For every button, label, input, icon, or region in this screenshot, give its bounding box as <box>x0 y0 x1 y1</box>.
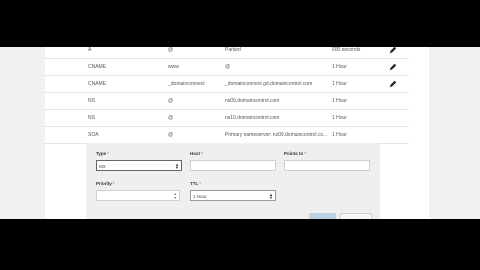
points-to-input[interactable] <box>284 160 370 171</box>
chevron-down-icon: ▲ ▼ <box>269 192 273 200</box>
pencil-icon[interactable] <box>389 63 397 71</box>
record-value: @ <box>225 64 231 70</box>
table-row: NS @ ns10.domaincontrol.com 1 Hour <box>45 110 409 127</box>
record-type: A <box>88 47 92 53</box>
chevron-down-icon: ▲ ▼ <box>175 162 179 170</box>
record-value: ns10.domaincontrol.com <box>225 115 280 121</box>
record-type: NS <box>88 115 95 121</box>
spinner-arrows-icon[interactable]: ▲ ▼ <box>174 192 177 200</box>
ttl-label: TTL* <box>190 181 202 186</box>
letterbox-top <box>0 0 480 47</box>
record-type: CNAME <box>88 81 107 87</box>
table-row: SOA @ Primary nameserver: ns09.domaincon… <box>45 127 409 144</box>
record-name: @ <box>168 132 174 138</box>
table-row: CNAME _domainconnect _domainconnect.gd.d… <box>45 76 409 93</box>
priority-label: Priority* <box>96 181 115 186</box>
record-type: SOA <box>88 132 99 138</box>
record-ttl: 600 seconds <box>332 47 361 53</box>
priority-stepper[interactable]: ▲ ▼ <box>96 190 180 201</box>
record-name: @ <box>168 47 174 53</box>
table-row: CNAME www @ 1 Hour <box>45 59 409 76</box>
record-ttl: 1 Hour <box>332 132 348 138</box>
record-name: @ <box>168 115 174 121</box>
record-ttl: 1 Hour <box>332 64 348 70</box>
record-name: www <box>168 64 179 70</box>
table-row: NS @ ns09.domaincontrol.com 1 Hour <box>45 93 409 110</box>
type-label: Type* <box>96 151 109 156</box>
record-type: NS <box>88 98 95 104</box>
record-ttl: 1 Hour <box>332 98 348 104</box>
points-to-label: Points to* <box>284 151 307 156</box>
pencil-icon[interactable] <box>389 80 397 88</box>
record-type: CNAME <box>88 64 107 70</box>
dns-management-screen: A @ Parked 600 seconds CNAME www @ 1 Hou… <box>0 47 480 219</box>
record-name: @ <box>168 98 174 104</box>
record-name: _domainconnect <box>168 81 205 87</box>
add-record-form: Type* MX ▲ ▼ Host* Points to* Priority* ▲… <box>86 143 380 219</box>
dns-records-table: A @ Parked 600 seconds CNAME www @ 1 Hou… <box>45 47 409 144</box>
host-input[interactable] <box>190 160 276 171</box>
record-ttl: 1 Hour <box>332 115 348 121</box>
type-select[interactable]: MX ▲ ▼ <box>96 160 182 171</box>
record-value: Primary nameserver: ns09.domaincontrol.c… <box>225 132 328 138</box>
record-value: _domainconnect.gd.domaincontrol.com <box>225 81 313 87</box>
pencil-icon[interactable] <box>389 47 397 54</box>
record-value: Parked <box>225 47 241 53</box>
letterbox-bottom <box>0 219 480 270</box>
ttl-select[interactable]: 1 Hour ▲ ▼ <box>190 190 276 201</box>
record-value: ns09.domaincontrol.com <box>225 98 280 104</box>
table-row: A @ Parked 600 seconds <box>45 47 409 59</box>
host-label: Host* <box>190 151 203 156</box>
record-ttl: 1 Hour <box>332 81 348 87</box>
